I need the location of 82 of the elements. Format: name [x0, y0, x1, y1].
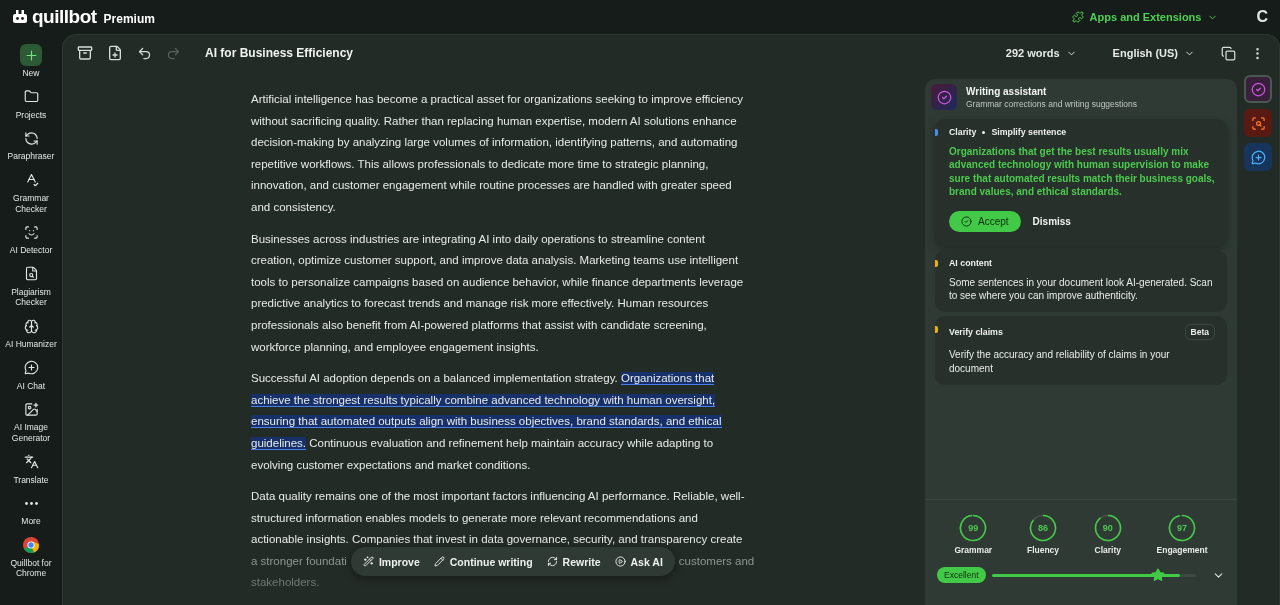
score-value: 86: [1037, 522, 1049, 535]
dismiss-button[interactable]: Dismiss: [1032, 215, 1071, 227]
undo-button[interactable]: [137, 45, 152, 61]
check-circle-icon: [1250, 81, 1266, 97]
chat-plus-icon: [1250, 149, 1266, 165]
browser-logo-icon: [23, 536, 39, 553]
play-circle-icon: [614, 556, 626, 568]
faded-text: stakeholders.: [251, 575, 321, 591]
archive-button[interactable]: [77, 45, 93, 61]
sidebar-item[interactable]: AI Humanizer: [1, 313, 61, 355]
translate-icon: [23, 454, 39, 469]
separator-dot-icon: [982, 130, 986, 134]
image-plus-icon: [23, 401, 39, 417]
check-circle-icon: [961, 215, 972, 227]
folder-icon: [23, 89, 39, 105]
score-label: Engagement: [1156, 545, 1208, 555]
sidebar-item[interactable]: AI Image Generator: [1, 396, 61, 449]
toolbar-action[interactable]: Continue writing: [433, 555, 533, 568]
sidebar-item[interactable]: More: [1, 490, 61, 532]
scan-icon: [1250, 115, 1266, 131]
chat-plus-icon: [23, 360, 39, 376]
ellipsis-icon: [24, 501, 38, 505]
card-label: Clarity: [949, 127, 977, 137]
faded-text: customers and: [678, 553, 755, 569]
paragraph: Successful AI adoption depends on a balanced implementation strategy. Organizations that achieve the strongest results typically combine advanced technology with human oversight, ensuring that automated outputs align with business objectives, brand standards, and ethical guidelines. Continuous evaluation and refinement help maintain accuracy while adapting to evolving customer expectations and market conditions.: [251, 371, 723, 473]
refresh-icon: [23, 130, 39, 146]
check-circle-icon: [936, 89, 952, 105]
document-title[interactable]: AI for Business Efficiency: [205, 46, 354, 60]
toolbar-action[interactable]: Rewrite: [546, 555, 601, 568]
language-dropdown[interactable]: English (US): [1106, 46, 1201, 60]
plan-label: Premium: [103, 11, 155, 26]
brain-icon: [23, 318, 39, 334]
score-label: Grammar: [954, 545, 993, 555]
copy-button[interactable]: [1221, 45, 1236, 61]
paragraph: Artificial intelligence has become a practical asset for organizations seeking to improve efficiency without sacrificing quality. Rather than replacing human expertise, modern AI solutions enhance decision-making by analyzing large volumes of information, identifying patterns, and automating repetitive workflows. This allows professionals to dedicate more time to strategic planning, innovation, and customer engagement while routine processes are handled with greater speed and consistency.: [251, 92, 744, 215]
tool-button[interactable]: [1244, 143, 1272, 171]
sidebar-item[interactable]: Translate: [1, 448, 61, 491]
scan-icon: [23, 224, 39, 240]
sidebar-item[interactable]: Quillbot for Chrome: [1, 531, 61, 584]
sidebar-item[interactable]: New: [1, 42, 61, 84]
refresh-icon: [546, 556, 558, 568]
score-label: Fluency: [1026, 545, 1060, 555]
pencil-icon: [433, 556, 445, 568]
toolbar-action[interactable]: Ask AI: [614, 555, 663, 568]
card-text: Verify the accuracy and reliability of claims in your document: [949, 348, 1171, 376]
card-sublabel: Simplify sentence: [991, 127, 1067, 137]
panel-subtitle: Grammar corrections and writing suggestions: [966, 98, 1137, 109]
score-value: 99: [967, 522, 980, 535]
tool-button[interactable]: [1244, 75, 1272, 103]
accept-button[interactable]: Accept: [949, 210, 1021, 232]
brand-name: quillbot: [32, 6, 97, 28]
score-value: 97: [1176, 522, 1189, 535]
paragraph: Data quality remains one of the most important factors influencing AI performance. Reliable, well-structured information enables models to generate more relevant recommendations and actionable insights. Companies that invest in data governance, security, and transparency create: [251, 489, 746, 548]
sidebar-item[interactable]: Paraphraser: [1, 125, 61, 167]
plus-icon: [23, 47, 39, 63]
card-text: Some sentences in your document look AI-generated. Scan to see where you can improve authenticity.: [949, 275, 1214, 303]
card-label: Verify claims: [949, 327, 1003, 338]
sidebar-item[interactable]: AI Chat: [1, 354, 61, 397]
rating-tag: Excellent: [937, 567, 986, 583]
panel-title: Writing assistant: [966, 85, 1048, 97]
sidebar-item[interactable]: Grammar Checker: [1, 166, 61, 220]
sidebar-item[interactable]: Projects: [1, 83, 61, 126]
tool-button[interactable]: [1244, 109, 1272, 137]
star-icon: [1151, 567, 1165, 582]
puzzle-icon: [1071, 11, 1084, 23]
faded-text: a stronger foundati: [251, 553, 347, 569]
sidebar-item[interactable]: AI Detector: [1, 219, 61, 261]
paragraph: Businesses across industries are integrating AI into daily operations to streamline content creation, optimize customer support, and improve data analysis. Marketing teams use intelligent tools to personalize campaigns based on audience behavior, while finance departments leverage predictive analytics to forecast trends and manage risk more effectively. Human resources professionals also benefit from AI-powered platforms that assist with candidate screening, workforce planning, and employee engagement insights.: [251, 231, 745, 355]
apps-menu[interactable]: Apps and Extensions: [1065, 10, 1225, 24]
suggested-text: Organizations that get the best results usually mix advanced technology with human supervision to make sure that automated results match their business goals, brand values, and ethical standards.: [949, 145, 1215, 199]
new-document-button[interactable]: [107, 45, 123, 61]
wand-icon: [362, 556, 374, 568]
toolbar-action[interactable]: Improve: [362, 555, 420, 568]
file-search-icon: [23, 266, 39, 282]
beta-tag: Beta: [1184, 324, 1215, 341]
user-avatar[interactable]: C: [1256, 8, 1268, 26]
sidebar-item[interactable]: Plagiarism Checker: [1, 260, 61, 313]
logo-icon: [12, 10, 28, 24]
card-label: AI content: [949, 257, 992, 268]
word-count-dropdown[interactable]: 292 words: [999, 46, 1083, 60]
score-value: 90: [1101, 522, 1114, 535]
score-label: Clarity: [1094, 545, 1122, 555]
